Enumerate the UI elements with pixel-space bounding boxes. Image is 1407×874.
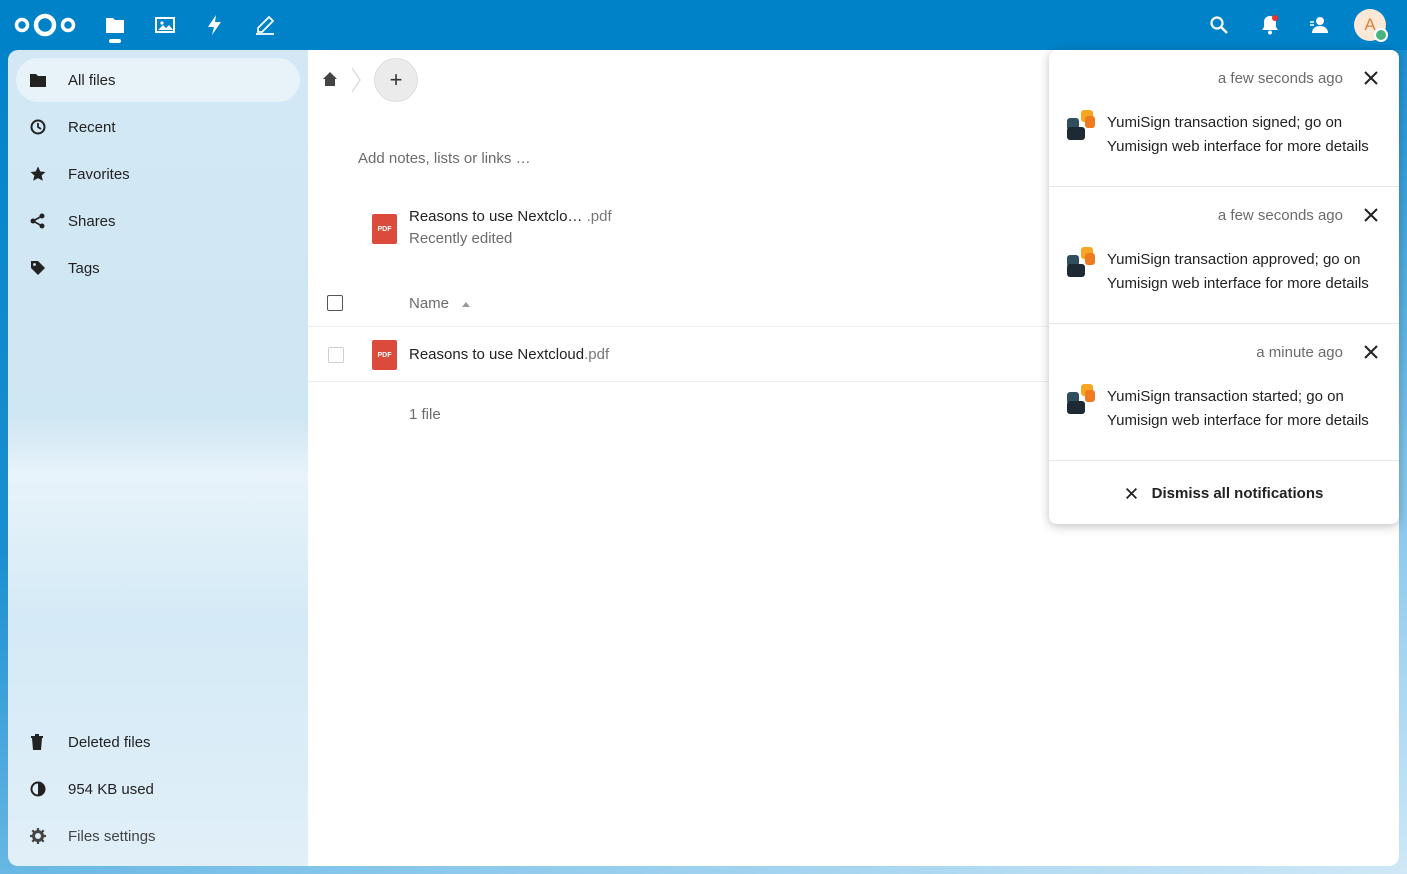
notification-time: a few seconds ago: [1217, 207, 1343, 224]
yumisign-icon: [1067, 247, 1095, 277]
clock-icon: [30, 117, 60, 137]
sidebar-item-label: Shares: [68, 212, 116, 230]
name-column-header[interactable]: Name: [409, 295, 449, 312]
table-row[interactable]: Reasons to use Nextcloud.pdf: [409, 346, 609, 363]
sidebar-item-deleted-files[interactable]: Deleted files: [16, 720, 300, 764]
notification-text: YumiSign transaction approved; go on Yum…: [1107, 251, 1369, 292]
sidebar-item-all-files[interactable]: All files: [16, 58, 300, 102]
sidebar-item-label: Tags: [68, 259, 100, 277]
home-icon[interactable]: [322, 71, 338, 91]
trash-icon: [30, 732, 60, 752]
sidebar: All files Recent Favorites Shares Tags D…: [8, 50, 308, 866]
row-checkbox[interactable]: [328, 347, 344, 363]
sidebar-item-label: 954 KB used: [68, 780, 154, 798]
notes-input[interactable]: Add notes, lists or links …: [358, 150, 531, 167]
close-icon[interactable]: [1363, 207, 1379, 223]
sidebar-item-storage[interactable]: 954 KB used: [16, 767, 300, 811]
activity-app-icon[interactable]: [203, 13, 227, 37]
new-button[interactable]: +: [374, 58, 418, 102]
close-icon[interactable]: [1363, 70, 1379, 86]
notes-app-icon[interactable]: [253, 13, 277, 37]
breadcrumb-separator-icon: [351, 67, 361, 93]
notification-item[interactable]: a few seconds ago YumiSign transaction s…: [1049, 50, 1399, 187]
file-count: 1 file: [409, 406, 441, 423]
recent-file-name[interactable]: Reasons to use Nextclo… .pdf: [409, 208, 612, 225]
photos-app-icon[interactable]: [153, 13, 177, 37]
notification-item[interactable]: a minute ago YumiSign transaction starte…: [1049, 324, 1399, 461]
notification-time: a few seconds ago: [1217, 70, 1343, 87]
pie-chart-icon: [30, 779, 60, 799]
recent-file-subtitle: Recently edited: [409, 230, 513, 247]
sidebar-item-label: Deleted files: [68, 733, 151, 751]
close-icon: [1125, 487, 1137, 499]
notification-badge: [1272, 15, 1278, 21]
files-app-icon[interactable]: [103, 13, 127, 37]
bell-icon[interactable]: [1258, 13, 1282, 37]
contacts-icon[interactable]: [1307, 13, 1331, 37]
share-icon: [30, 211, 60, 231]
sidebar-item-label: All files: [68, 71, 116, 89]
yumisign-icon: [1067, 384, 1095, 414]
sidebar-item-tags[interactable]: Tags: [16, 246, 300, 290]
sort-ascending-icon: [462, 302, 470, 307]
star-icon: [30, 164, 60, 184]
gear-icon: [30, 826, 60, 846]
dismiss-all-label: Dismiss all notifications: [1151, 484, 1324, 502]
search-icon[interactable]: [1207, 13, 1231, 37]
sidebar-item-shares[interactable]: Shares: [16, 199, 300, 243]
sidebar-item-label: Favorites: [68, 165, 130, 183]
dismiss-all-button[interactable]: Dismiss all notifications: [1049, 478, 1399, 508]
sidebar-item-files-settings[interactable]: Files settings: [16, 814, 300, 858]
notifications-popover: a few seconds ago YumiSign transaction s…: [1049, 50, 1399, 524]
active-app-indicator: [109, 39, 121, 43]
pdf-icon: PDF: [372, 214, 397, 244]
nextcloud-logo[interactable]: [14, 12, 76, 38]
sidebar-item-label: Files settings: [68, 827, 156, 845]
select-all-checkbox[interactable]: [327, 295, 343, 311]
sidebar-item-label: Recent: [68, 118, 116, 136]
notification-time: a minute ago: [1256, 344, 1343, 361]
sidebar-item-recent[interactable]: Recent: [16, 105, 300, 149]
folder-icon: [30, 70, 60, 90]
tag-icon: [30, 258, 60, 278]
pdf-icon: PDF: [372, 340, 397, 370]
notification-item[interactable]: a few seconds ago YumiSign transaction a…: [1049, 187, 1399, 324]
notification-text: YumiSign transaction started; go on Yumi…: [1107, 388, 1369, 429]
online-status-icon: [1374, 28, 1388, 42]
top-header: A: [0, 0, 1407, 50]
plus-icon: +: [389, 67, 403, 92]
notification-text: YumiSign transaction signed; go on Yumis…: [1107, 114, 1369, 155]
yumisign-icon: [1067, 110, 1095, 140]
close-icon[interactable]: [1363, 344, 1379, 360]
sidebar-item-favorites[interactable]: Favorites: [16, 152, 300, 196]
